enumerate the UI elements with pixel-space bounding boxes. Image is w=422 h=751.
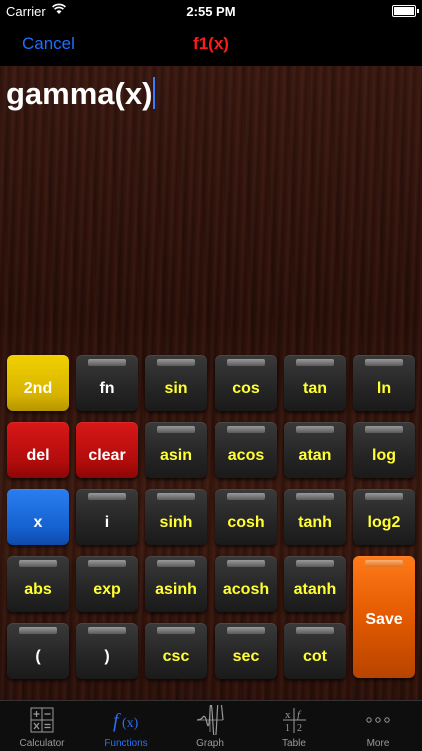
tab-calculator[interactable]: Calculator <box>0 701 84 751</box>
key-2nd[interactable]: 2nd <box>7 355 69 411</box>
key-sin[interactable]: sin <box>145 355 207 411</box>
expression-text: gamma(x) <box>6 76 153 111</box>
key-clear[interactable]: clear <box>76 422 138 478</box>
function-icon: f (x) <box>113 710 139 732</box>
key-log[interactable]: log <box>353 422 415 478</box>
table-icon: x f 1 2 <box>283 708 306 734</box>
nav-bar: Cancel f1(x) <box>0 22 422 66</box>
key-atan[interactable]: atan <box>284 422 346 478</box>
save-button[interactable]: Save <box>353 556 415 678</box>
tab-bar: Calculator f (x) Functions Graph x f 1 2… <box>0 700 422 751</box>
key-asin[interactable]: asin <box>145 422 207 478</box>
svg-text:f: f <box>113 710 121 732</box>
expression-input[interactable]: gamma(x) <box>6 76 156 112</box>
key-csc[interactable]: csc <box>145 623 207 679</box>
key-cos[interactable]: cos <box>215 355 277 411</box>
tab-table-label: Table <box>282 738 306 749</box>
calculator-icon <box>30 707 54 733</box>
key-sec[interactable]: sec <box>215 623 277 679</box>
key-del[interactable]: del <box>7 422 69 478</box>
key-log2[interactable]: log2 <box>353 489 415 545</box>
key-atanh[interactable]: atanh <box>284 556 346 612</box>
tab-graph-label: Graph <box>196 738 224 749</box>
key-cosh[interactable]: cosh <box>215 489 277 545</box>
text-cursor <box>153 77 156 109</box>
key-tan[interactable]: tan <box>284 355 346 411</box>
tab-calculator-label: Calculator <box>19 738 65 749</box>
tab-functions-label: Functions <box>104 738 148 749</box>
svg-text:x: x <box>285 709 291 721</box>
key-asinh[interactable]: asinh <box>145 556 207 612</box>
more-icon <box>366 717 390 723</box>
svg-text:(x): (x) <box>122 716 139 731</box>
tab-graph[interactable]: Graph <box>168 701 252 751</box>
key-acos[interactable]: acos <box>215 422 277 478</box>
tab-table[interactable]: x f 1 2 Table <box>252 701 336 751</box>
tab-functions[interactable]: f (x) Functions <box>84 701 168 751</box>
svg-text:f: f <box>297 709 302 721</box>
tab-more-label: More <box>366 738 390 749</box>
key-exp[interactable]: exp <box>76 556 138 612</box>
key-ln[interactable]: ln <box>353 355 415 411</box>
status-bar: Carrier 2:55 PM <box>0 0 422 22</box>
key-i[interactable]: i <box>76 489 138 545</box>
key-cot[interactable]: cot <box>284 623 346 679</box>
page-title: f1(x) <box>193 34 229 53</box>
key-x[interactable]: x <box>7 489 69 545</box>
keypad: 2nd fn sin cos tan ln del clear asin aco… <box>0 348 422 700</box>
key-acosh[interactable]: acosh <box>215 556 277 612</box>
key-close-paren[interactable]: ) <box>76 623 138 679</box>
key-open-paren[interactable]: ( <box>7 623 69 679</box>
svg-text:1: 1 <box>285 723 290 734</box>
key-abs[interactable]: abs <box>7 556 69 612</box>
battery-icon <box>392 5 419 17</box>
graph-icon <box>196 705 224 735</box>
key-sinh[interactable]: sinh <box>145 489 207 545</box>
tab-more[interactable]: More <box>336 701 420 751</box>
clock-time: 2:55 PM <box>186 4 236 19</box>
key-tanh[interactable]: tanh <box>284 489 346 545</box>
key-fn[interactable]: fn <box>76 355 138 411</box>
svg-text:2: 2 <box>297 723 302 734</box>
